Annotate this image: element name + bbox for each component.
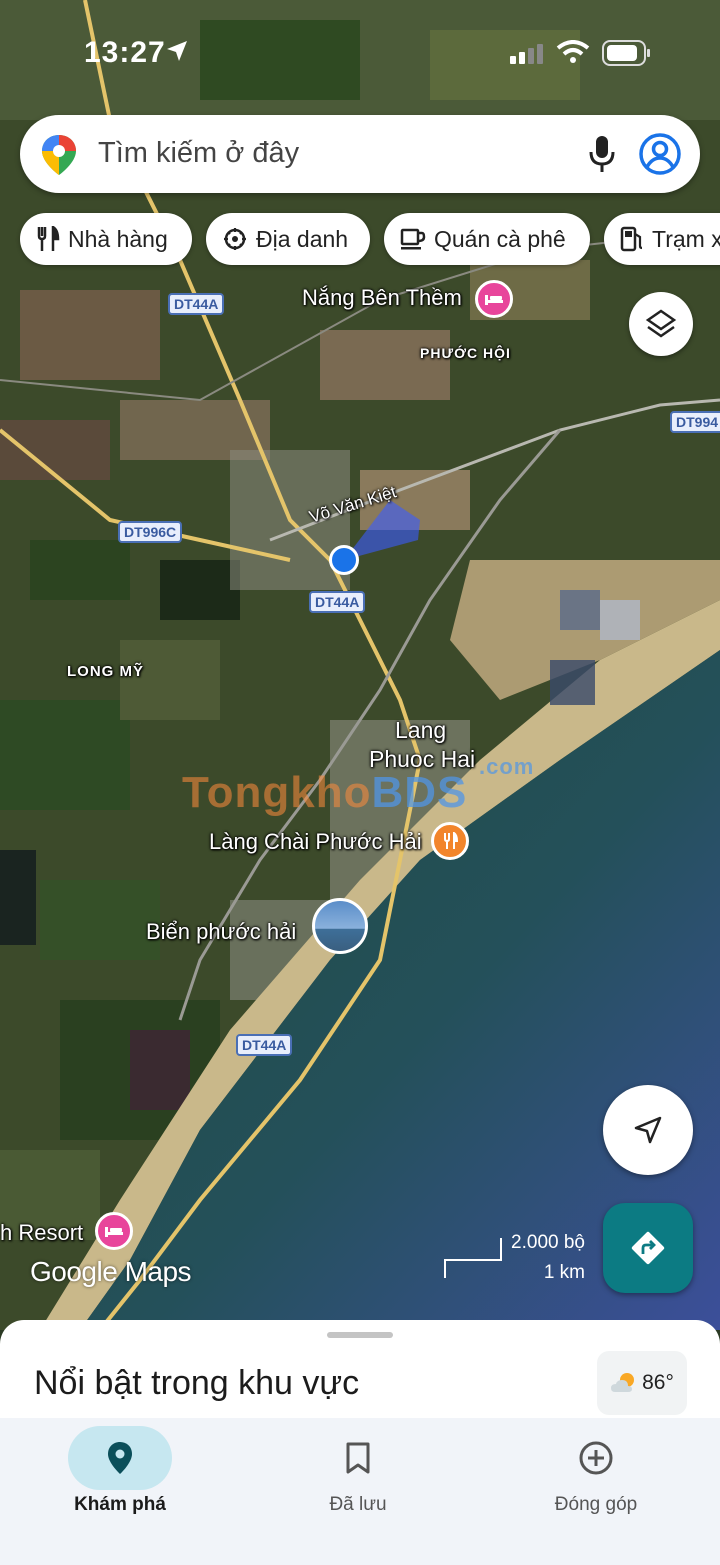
chip-label: Nhà hàng (68, 225, 168, 252)
nav-label: Khám phá (74, 1494, 166, 1515)
category-chips: Nhà hàng Địa danh Quán cà phê Trạm x (20, 213, 720, 265)
restaurant-icon (37, 226, 60, 251)
coffee-icon (400, 228, 426, 250)
current-location-dot (329, 545, 359, 575)
place-label[interactable]: h Resort (0, 1220, 83, 1246)
watermark: TongkhoBDS .com (182, 754, 533, 818)
nav-explore[interactable]: Khám phá (40, 1426, 200, 1516)
google-maps-pin-icon (42, 135, 76, 175)
beach-photo-pin[interactable] (312, 898, 368, 954)
road-shield[interactable]: DT44A (236, 1034, 293, 1056)
chip-coffee[interactable]: Quán cà phê (384, 213, 590, 265)
bookmark-icon (346, 1442, 370, 1474)
landmark-icon (224, 228, 246, 250)
layers-button[interactable] (629, 292, 693, 356)
place-label[interactable]: Lang (395, 717, 446, 744)
road-shield[interactable]: DT44A (309, 591, 366, 613)
navigation-arrow-icon (634, 1116, 662, 1144)
battery-icon (602, 40, 650, 66)
place-label[interactable]: Biển phước hải (146, 919, 296, 945)
place-label[interactable]: Làng Chài Phước Hải (209, 829, 422, 855)
directions-icon (631, 1231, 665, 1265)
place-label[interactable]: Nắng Bên Thềm (302, 285, 462, 311)
road-shield[interactable]: DT44A (168, 293, 225, 315)
layers-icon (645, 309, 677, 338)
location-arrow-icon (167, 41, 187, 61)
bed-icon (105, 1227, 123, 1237)
area-label: PHƯỚC HỘI (420, 345, 511, 361)
road-shield[interactable]: DT994 (670, 411, 720, 433)
my-location-button[interactable] (603, 1085, 693, 1175)
weather-badge[interactable]: 86° (597, 1351, 687, 1415)
map-scale: 2.000 bộ 1 km (443, 1232, 593, 1288)
chip-label: Quán cà phê (434, 225, 566, 252)
chip-restaurants[interactable]: Nhà hàng (20, 213, 192, 265)
gas-station-icon (620, 226, 643, 252)
account-icon[interactable] (638, 132, 682, 176)
chip-landmarks[interactable]: Địa danh (206, 213, 370, 265)
watermark-text: BDS (371, 768, 468, 817)
hotel-pin-icon[interactable] (95, 1212, 133, 1250)
fork-knife-icon (444, 832, 458, 849)
status-time: 13:27 (84, 36, 166, 69)
status-bar: 13:27 (0, 0, 720, 100)
directions-button[interactable] (603, 1203, 693, 1293)
partly-cloudy-icon (611, 1373, 635, 1392)
nav-icon-wrap (68, 1426, 172, 1490)
scale-km: 1 km (543, 1262, 585, 1283)
scale-feet: 2.000 bộ (511, 1232, 585, 1253)
road-shield[interactable]: DT996C (118, 521, 183, 543)
nav-saved[interactable]: Đã lưu (278, 1426, 438, 1516)
explore-pin-icon (108, 1442, 132, 1474)
microphone-icon[interactable] (588, 135, 616, 173)
area-label: LONG MỸ (67, 663, 144, 680)
nav-icon-wrap (278, 1426, 438, 1490)
map-view[interactable]: 13:27 Tìm kiếm ở đây Nhà hàng Địa danh Q… (0, 0, 720, 1330)
chip-label: Trạm x (652, 225, 720, 252)
watermark-text: .com (479, 754, 535, 779)
search-bar[interactable]: Tìm kiếm ở đây (20, 115, 700, 193)
hotel-pin-icon[interactable] (475, 280, 513, 318)
chip-label: Địa danh (256, 225, 349, 252)
watermark-text: Tongkho (182, 768, 372, 817)
bottom-navigation: Khám phá Đã lưu Đóng góp (0, 1418, 720, 1565)
bottom-sheet[interactable]: Nổi bật trong khu vực 86° (0, 1320, 720, 1420)
nav-icon-wrap (516, 1426, 676, 1490)
weather-temperature: 86° (642, 1371, 674, 1394)
bed-icon (485, 295, 503, 305)
nav-label: Đóng góp (554, 1494, 638, 1515)
sheet-title: Nổi bật trong khu vực (34, 1364, 360, 1402)
nav-contribute[interactable]: Đóng góp (516, 1426, 676, 1516)
wifi-icon (556, 40, 590, 63)
chip-gas-station[interactable]: Trạm x (604, 213, 720, 265)
search-input[interactable]: Tìm kiếm ở đây (98, 137, 299, 170)
sheet-drag-handle[interactable] (327, 1332, 393, 1338)
restaurant-pin-icon[interactable] (431, 822, 469, 860)
nav-label: Đã lưu (329, 1494, 387, 1515)
cellular-signal-icon (510, 44, 543, 64)
google-maps-logo: Google Maps (30, 1256, 192, 1287)
add-circle-icon (579, 1441, 613, 1475)
